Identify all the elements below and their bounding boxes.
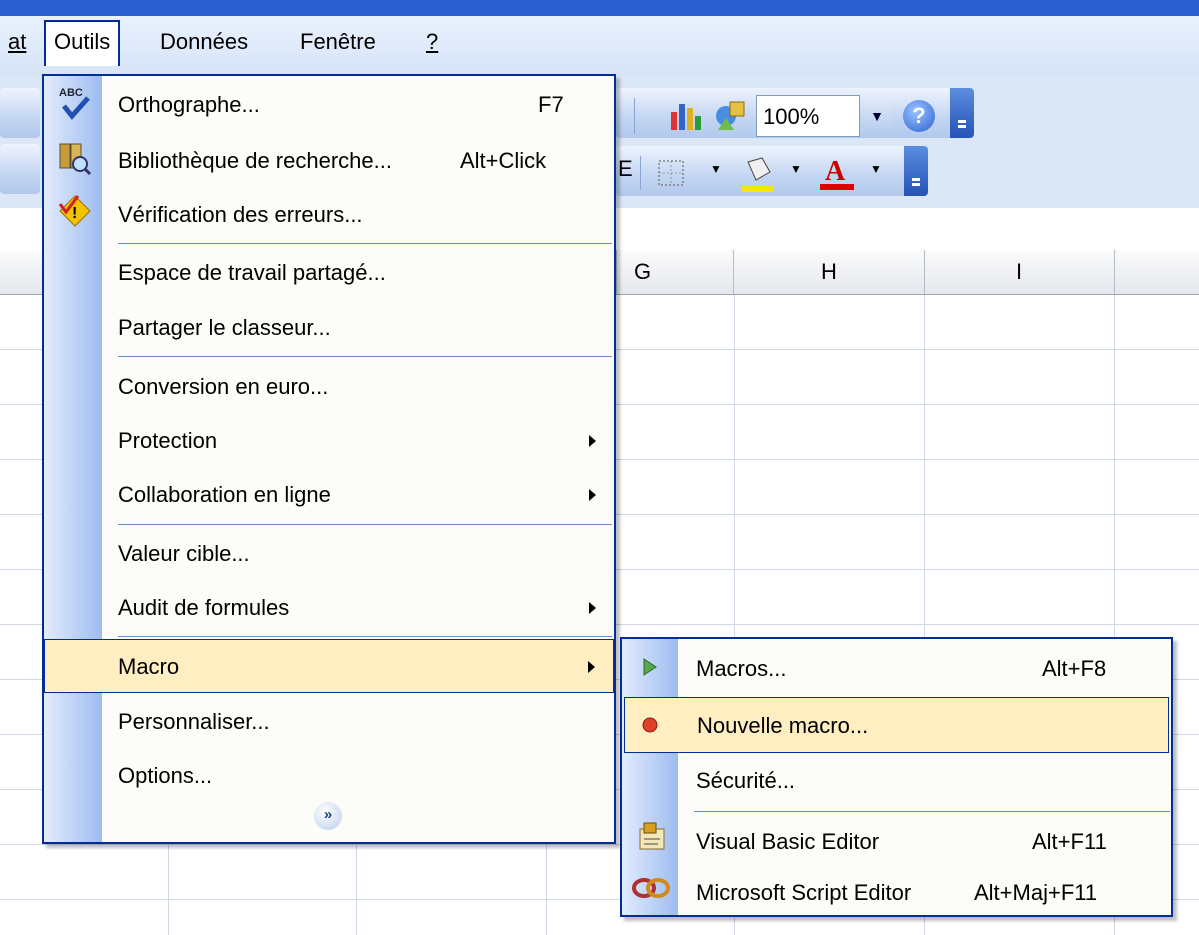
submenu-item-securite[interactable]: Sécurité... [622,753,1171,809]
submenu-item-macros[interactable]: Macros... Alt+F8 [622,641,1171,697]
zoom-input[interactable]: 100% [756,95,860,137]
menu-item-collaboration[interactable]: Collaboration en ligne [44,468,614,522]
menu-item-partager-classeur[interactable]: Partager le classeur... [44,301,614,355]
macro-submenu: Macros... Alt+F8 Nouvelle macro... Sécur… [620,637,1173,917]
drawing-icon[interactable] [712,96,748,132]
menu-bar: at Outils Données Fenêtre ? [0,16,1199,76]
record-macro-icon [642,717,658,733]
align-right-icon-partial[interactable]: E [618,156,633,182]
font-color-icon[interactable]: A [818,152,856,194]
expand-chevron-icon[interactable]: » [314,802,342,830]
borders-icon[interactable] [656,158,686,188]
menu-outils[interactable]: Outils [44,20,121,66]
font-color-dropdown-arrow[interactable]: ▼ [870,162,882,176]
toolbar-grip[interactable] [950,88,974,138]
format-toolbar-left [0,144,40,194]
submenu-item-visual-basic-editor[interactable]: Visual Basic Editor Alt+F11 [622,814,1171,870]
column-header-i[interactable]: I [924,250,1115,294]
fill-color-dropdown-arrow[interactable]: ▼ [790,162,802,176]
menu-item-audit-formules[interactable]: Audit de formules [44,581,614,635]
menu-separator [118,243,612,244]
menu-fenetre[interactable]: Fenêtre [292,22,384,62]
borders-dropdown-arrow[interactable]: ▼ [710,162,722,176]
toolbar-grip[interactable] [904,146,928,196]
submenu-arrow-icon [589,489,596,501]
submenu-item-nouvelle-macro[interactable]: Nouvelle macro... [624,697,1169,753]
menu-help[interactable]: ? [418,22,446,62]
column-header-j[interactable] [1114,250,1199,294]
menu-separator [118,636,612,637]
standard-toolbar-left [0,88,40,138]
chart-wizard-icon[interactable] [668,98,704,132]
menu-donnees[interactable]: Données [152,22,256,62]
menu-item-orthographe[interactable]: Orthographe... F7 [44,78,614,132]
submenu-arrow-icon [588,661,595,673]
column-header-h[interactable]: H [734,250,925,294]
column-header-g[interactable]: G [616,250,734,294]
menu-item-personnaliser[interactable]: Personnaliser... [44,695,614,749]
toolbar-separator [640,156,641,190]
menu-item-bibliotheque[interactable]: Bibliothèque de recherche... Alt+Click [44,134,614,188]
menu-item-verification[interactable]: Vérification des erreurs... [44,188,614,242]
menu-separator [118,356,612,357]
help-icon[interactable]: ? [903,100,935,132]
submenu-item-script-editor[interactable]: Microsoft Script Editor Alt+Maj+F11 [622,865,1171,921]
submenu-arrow-icon [589,435,596,447]
svg-text:A: A [825,156,846,187]
tools-menu: ABC Orthographe... F7 Bibliothèque de re… [42,74,616,844]
menu-item-conversion-euro[interactable]: Conversion en euro... [44,360,614,414]
menu-item-espace-travail[interactable]: Espace de travail partagé... [44,246,614,300]
zoom-dropdown-arrow[interactable]: ▼ [862,99,892,133]
title-bar-strip [0,0,1199,16]
menu-separator [118,524,612,525]
toolbar-separator [634,98,635,134]
menu-item-valeur-cible[interactable]: Valeur cible... [44,527,614,581]
menu-format-partial[interactable]: at [0,22,34,62]
fill-color-icon[interactable] [740,154,776,194]
menu-item-macro[interactable]: Macro [44,639,614,693]
menu-item-protection[interactable]: Protection [44,414,614,468]
menu-item-options[interactable]: Options... [44,749,614,803]
submenu-arrow-icon [589,602,596,614]
menu-separator [694,811,1170,812]
